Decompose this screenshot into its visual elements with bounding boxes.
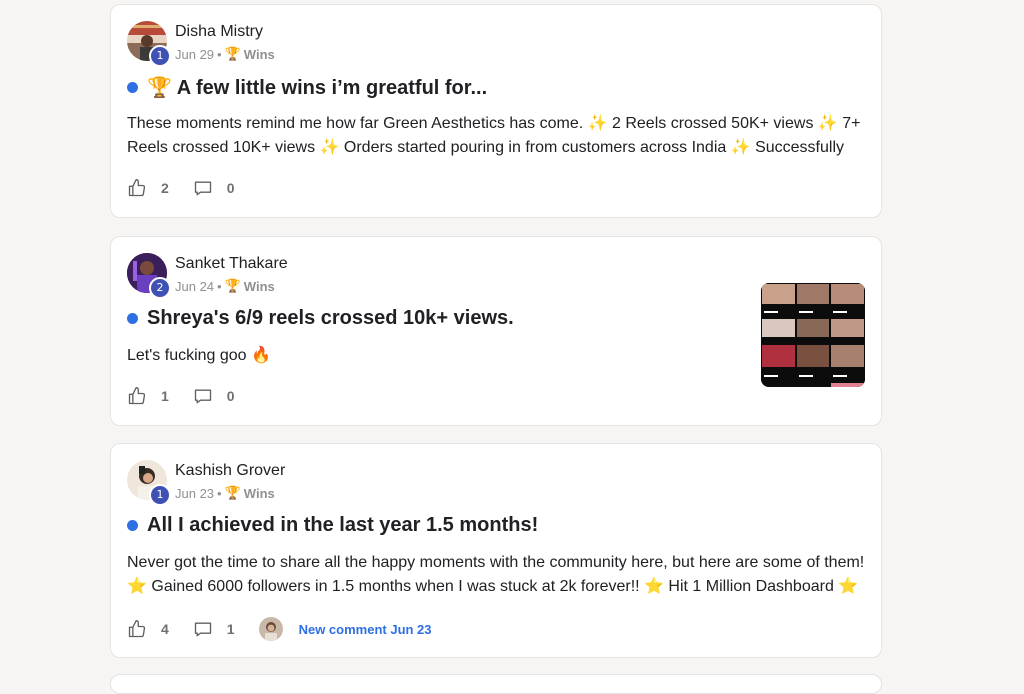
post-body: Let's fucking goo 🔥: [127, 344, 271, 368]
thumbs-up-icon: [128, 387, 146, 405]
author-name[interactable]: Sanket Thakare: [175, 255, 288, 273]
post-card[interactable]: 1 Kashish Grover Jun 23 • 🏆 Wins All I a…: [110, 443, 882, 658]
speech-bubble-icon: [194, 622, 211, 637]
like-button[interactable]: [127, 619, 147, 639]
post-title[interactable]: All I achieved in the last year 1.5 mont…: [147, 514, 538, 537]
thumbs-up-icon: [128, 179, 146, 197]
post-body-line: Let's fucking goo 🔥: [127, 347, 271, 364]
title-row[interactable]: 🏆 A few little wins i’m greatful for...: [127, 75, 487, 100]
post-meta: Jun 23 • 🏆 Wins: [175, 485, 275, 501]
post-date: Jun 24: [175, 278, 215, 294]
post-meta: Jun 24 • 🏆 Wins: [175, 278, 275, 294]
author-avatar[interactable]: 1: [127, 460, 171, 506]
meta-separator: •: [217, 46, 222, 62]
new-comment-link[interactable]: New comment Jun 23: [299, 622, 432, 637]
like-count: 4: [161, 621, 169, 637]
author-avatar[interactable]: 1: [127, 21, 171, 67]
like-count: 2: [161, 180, 169, 196]
speech-bubble-icon: [194, 181, 211, 196]
meta-separator: •: [217, 278, 222, 294]
post-title[interactable]: Shreya's 6/9 reels crossed 10k+ views.: [147, 307, 514, 330]
unread-dot-icon: [127, 313, 138, 324]
author-avatar[interactable]: 2: [127, 253, 171, 299]
trophy-icon: 🏆: [224, 278, 241, 293]
comment-count: 1: [226, 621, 235, 637]
comment-count: 0: [226, 388, 235, 404]
speech-bubble-icon: [194, 389, 211, 404]
level-badge: 1: [149, 45, 171, 67]
title-row[interactable]: Shreya's 6/9 reels crossed 10k+ views.: [127, 307, 514, 330]
post-body: Never got the time to share all the happ…: [127, 551, 864, 599]
commenter-avatar[interactable]: [258, 617, 283, 641]
meta-separator: •: [217, 485, 222, 501]
like-button[interactable]: [127, 386, 147, 406]
post-card[interactable]: 2 Sanket Thakare Jun 24 • 🏆 Wins Shreya'…: [110, 236, 882, 426]
post-date: Jun 23: [175, 485, 215, 501]
unread-dot-icon: [127, 520, 138, 531]
level-badge: 1: [149, 484, 171, 506]
like-button[interactable]: [127, 178, 147, 198]
post-body-line: ⭐ Gained 6000 followers in 1.5 months wh…: [127, 578, 859, 595]
post-body-line: Reels crossed 10K+ views ✨ Orders starte…: [127, 139, 845, 156]
category-label[interactable]: Wins: [244, 279, 275, 294]
post-card[interactable]: [110, 674, 882, 694]
post-body-line: These moments remind me how far Green Ae…: [127, 115, 861, 132]
post-footer: 1 0: [127, 386, 259, 406]
level-badge: 2: [149, 277, 171, 299]
post-card[interactable]: 1 Disha Mistry Jun 29 • 🏆 Wins 🏆 A few l…: [110, 4, 882, 218]
unread-dot-icon: [127, 82, 138, 93]
title-row[interactable]: All I achieved in the last year 1.5 mont…: [127, 514, 538, 537]
category-label[interactable]: Wins: [244, 486, 275, 501]
post-meta: Jun 29 • 🏆 Wins: [175, 46, 275, 62]
post-body-line: Never got the time to share all the happ…: [127, 554, 865, 571]
category-label[interactable]: Wins: [244, 47, 275, 62]
post-date: Jun 29: [175, 46, 215, 62]
post-footer: 4 1 New comment Jun 23: [127, 617, 432, 641]
trophy-icon: 🏆: [224, 485, 241, 500]
trophy-icon: 🏆: [224, 46, 241, 61]
post-body: These moments remind me how far Green Ae…: [127, 112, 861, 160]
post-footer: 2 0: [127, 178, 259, 198]
comment-button[interactable]: [193, 386, 213, 406]
author-name[interactable]: Kashish Grover: [175, 462, 285, 480]
like-count: 1: [161, 388, 169, 404]
post-title[interactable]: 🏆 A few little wins i’m greatful for...: [147, 75, 487, 100]
comment-button[interactable]: [193, 619, 213, 639]
author-name[interactable]: Disha Mistry: [175, 23, 263, 41]
comment-count: 0: [226, 180, 235, 196]
post-image-thumbnail[interactable]: [761, 283, 865, 387]
comment-button[interactable]: [193, 178, 213, 198]
thumbs-up-icon: [128, 620, 146, 638]
